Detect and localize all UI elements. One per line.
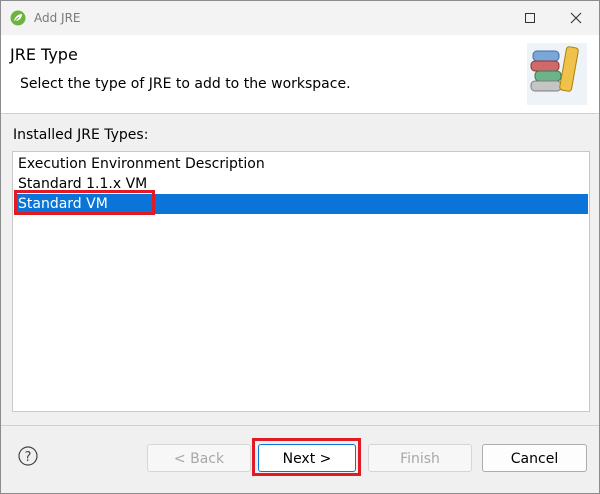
page-title: JRE Type (10, 45, 78, 64)
spring-leaf-icon (10, 10, 26, 26)
maximize-button[interactable] (507, 5, 553, 31)
add-jre-dialog: Add JRE JRE Type Select the type of JRE … (0, 0, 600, 494)
jre-type-list[interactable]: Execution Environment Description Standa… (12, 151, 590, 412)
close-button[interactable] (553, 5, 599, 31)
footer-divider (1, 425, 599, 426)
maximize-icon (525, 13, 535, 23)
window-title: Add JRE (34, 11, 81, 25)
page-description: Select the type of JRE to add to the wor… (20, 76, 351, 92)
list-item-execution-environment[interactable]: Execution Environment Description (14, 154, 588, 174)
annotation-highlight-next (252, 438, 361, 476)
library-books-icon (527, 43, 587, 105)
cancel-button[interactable]: Cancel (482, 444, 587, 472)
annotation-highlight-standard-vm (14, 190, 155, 215)
close-icon (570, 12, 582, 24)
svg-text:?: ? (25, 450, 32, 465)
wizard-header: JRE Type Select the type of JRE to add t… (1, 35, 599, 114)
installed-jre-types-label: Installed JRE Types: (13, 127, 149, 143)
back-button[interactable]: < Back (147, 444, 251, 472)
finish-button[interactable]: Finish (368, 444, 472, 472)
minimize-button[interactable] (415, 5, 461, 31)
help-icon[interactable]: ? (18, 446, 38, 466)
title-bar: Add JRE (1, 1, 599, 35)
